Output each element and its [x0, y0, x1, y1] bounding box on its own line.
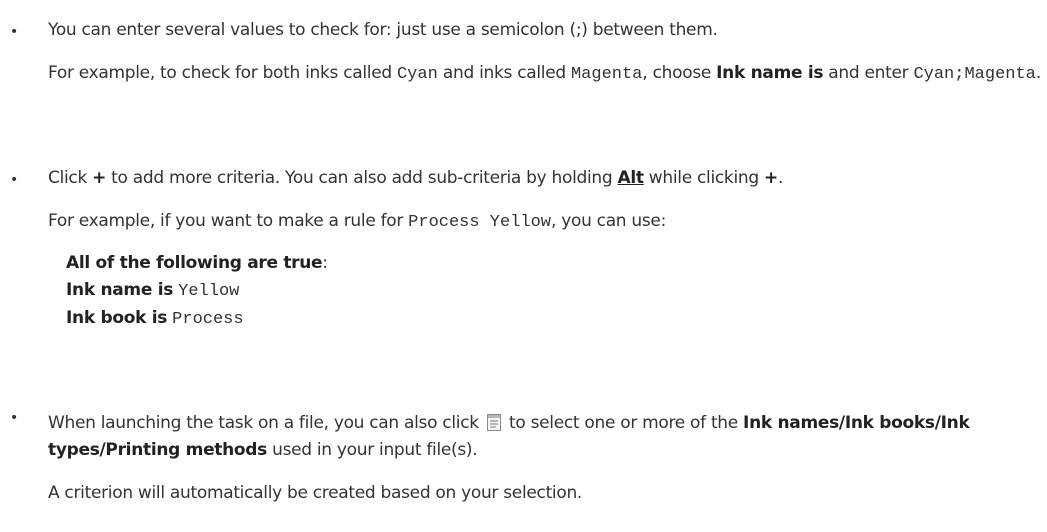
rule-ink-book: Ink book is Process — [66, 308, 244, 329]
paragraph-add-criteria: Click + to add more criteria. You can al… — [48, 168, 784, 188]
rule-ink-name: Ink name is Yellow — [66, 280, 240, 301]
code-cyan-magenta: Cyan;Magenta — [913, 65, 1036, 84]
code-process: Process — [172, 310, 244, 329]
bullet-marker: • — [10, 410, 19, 426]
paragraph-criterion-note: A criterion will automatically be create… — [48, 483, 583, 503]
bold-ink-name-is: Ink name is — [716, 63, 824, 83]
list-select-icon[interactable] — [486, 413, 501, 431]
bullet-marker: • — [10, 24, 19, 40]
plus-symbol: + — [92, 168, 107, 188]
bullet-item-add-criteria: • Click + to add more criteria. You can … — [0, 165, 1047, 333]
bullet-marker: • — [10, 172, 19, 188]
code-cyan: Cyan — [396, 65, 438, 84]
plus-symbol: + — [763, 168, 778, 188]
code-yellow: Yellow — [178, 282, 240, 301]
code-magenta: Magenta — [570, 65, 643, 84]
alt-key: Alt — [617, 168, 644, 188]
bullet-item-launching-task: • When launching the task on a file, you… — [0, 410, 1047, 507]
paragraph-semicolon-example: For example, to check for both inks call… — [48, 63, 1041, 84]
rule-all-true: All of the following are true: — [66, 253, 328, 273]
paragraph-semicolon-intro: You can enter several values to check fo… — [48, 20, 718, 40]
document-content: • You can enter several values to check … — [0, 0, 1047, 532]
paragraph-launching-task: When launching the task on a file, you c… — [48, 413, 970, 460]
code-process-yellow: Process Yellow — [408, 213, 551, 232]
bullet-item-semicolon: • You can enter several values to check … — [0, 17, 1047, 88]
paragraph-process-yellow-example: For example, if you want to make a rule … — [48, 211, 667, 232]
rule-example-block: All of the following are true: Ink name … — [48, 250, 1047, 333]
